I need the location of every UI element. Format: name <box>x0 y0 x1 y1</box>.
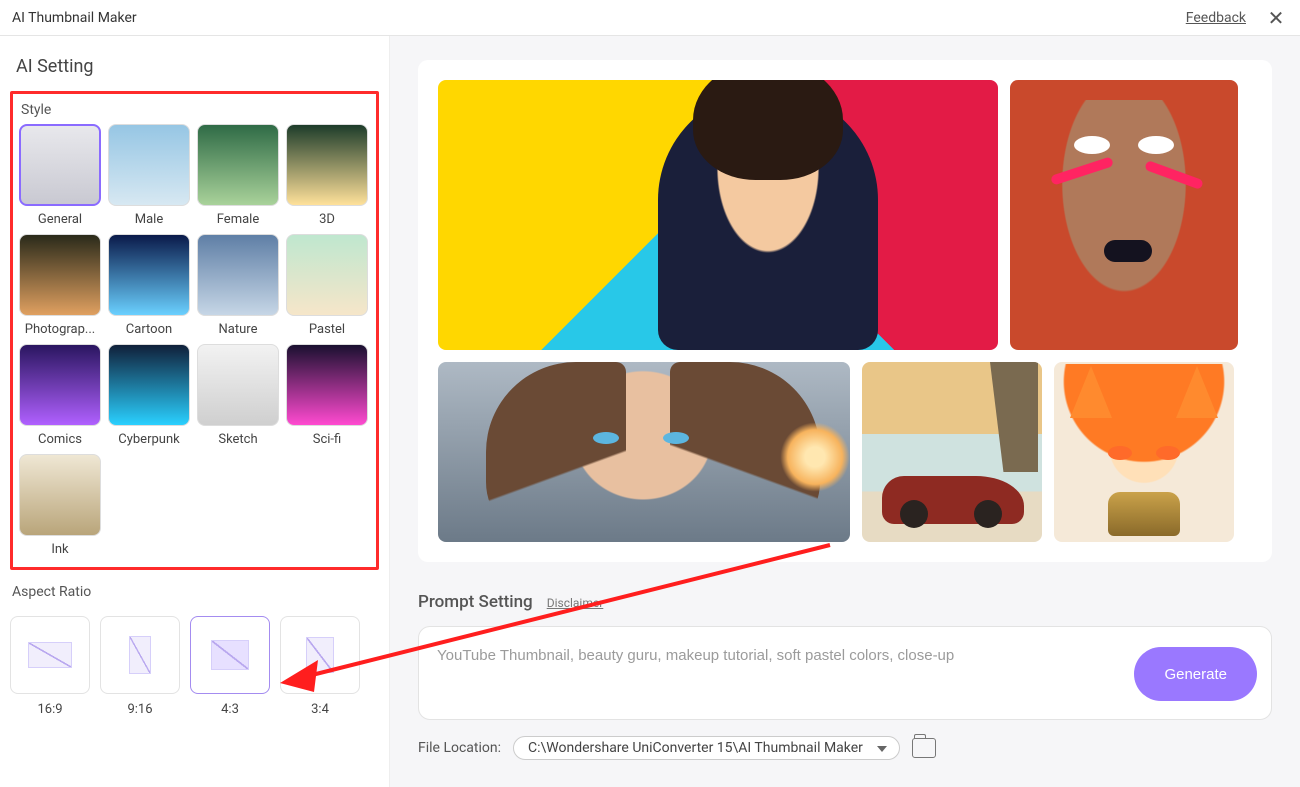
style-option-ink[interactable]: Ink <box>19 454 101 557</box>
title-bar: AI Thumbnail Maker Feedback ✕ <box>0 0 1300 36</box>
style-option-comics[interactable]: Comics <box>19 344 101 447</box>
style-thumb <box>19 344 101 426</box>
style-thumb <box>19 454 101 536</box>
ai-setting-heading: AI Setting <box>10 50 379 91</box>
style-label: Sketch <box>197 432 279 447</box>
aspect-inner <box>211 640 249 670</box>
aspect-label: 9:16 <box>127 702 152 717</box>
aspect-ratio-label: Aspect Ratio <box>10 582 379 606</box>
style-label: Female <box>197 212 279 227</box>
style-thumb <box>286 234 368 316</box>
style-option-female[interactable]: Female <box>197 124 279 227</box>
content-area: Prompt Setting Disclaimer Generate File … <box>390 36 1300 787</box>
aspect-label: 16:9 <box>37 702 62 717</box>
style-label: Pastel <box>286 322 368 337</box>
style-option-cyberpunk[interactable]: Cyberpunk <box>108 344 190 447</box>
aspect-label: 4:3 <box>221 702 239 717</box>
aspect-option-3-4[interactable]: 3:4 <box>280 616 360 717</box>
sample-thumbnail[interactable] <box>438 80 998 350</box>
aspect-label: 3:4 <box>311 702 329 717</box>
style-option-general[interactable]: General <box>19 124 101 227</box>
style-thumb <box>108 124 190 206</box>
style-thumb <box>197 124 279 206</box>
style-option-photograp-[interactable]: Photograp... <box>19 234 101 337</box>
style-thumb <box>108 234 190 316</box>
generate-button[interactable]: Generate <box>1134 647 1257 701</box>
aspect-inner <box>306 637 334 673</box>
prompt-title: Prompt Setting <box>418 592 533 612</box>
style-label: Photograp... <box>19 322 101 337</box>
file-location-row: File Location: C:\Wondershare UniConvert… <box>418 720 1272 766</box>
style-label: Nature <box>197 322 279 337</box>
style-label: Comics <box>19 432 101 447</box>
style-thumb <box>286 124 368 206</box>
feedback-link[interactable]: Feedback <box>1186 10 1246 26</box>
style-option-sci-fi[interactable]: Sci-fi <box>286 344 368 447</box>
aspect-box <box>10 616 90 694</box>
aspect-box <box>100 616 180 694</box>
style-section: Style General Male Female 3D Photograp... Car… <box>10 91 379 570</box>
folder-icon[interactable] <box>912 738 936 758</box>
sample-thumbnail[interactable] <box>862 362 1042 542</box>
style-label: General <box>19 212 101 227</box>
prompt-box: Generate <box>418 626 1272 720</box>
aspect-inner <box>28 642 72 668</box>
disclaimer-link[interactable]: Disclaimer <box>547 596 604 610</box>
sample-thumbnail[interactable] <box>438 362 850 542</box>
sample-thumbnail[interactable] <box>1054 362 1234 542</box>
window-title: AI Thumbnail Maker <box>12 10 137 26</box>
style-option-nature[interactable]: Nature <box>197 234 279 337</box>
file-location-path: C:\Wondershare UniConverter 15\AI Thumbn… <box>528 740 863 756</box>
style-thumb <box>286 344 368 426</box>
style-label: Ink <box>19 542 101 557</box>
style-label: Sci-fi <box>286 432 368 447</box>
sample-thumbnail[interactable] <box>1010 80 1238 350</box>
aspect-section: Aspect Ratio 16:9 9:16 4:3 3:4 <box>10 570 379 717</box>
prompt-section: Prompt Setting Disclaimer Generate <box>418 562 1272 720</box>
aspect-inner <box>129 636 151 674</box>
sidebar: AI Setting Style General Male Female 3D Phot… <box>0 36 390 787</box>
style-thumb <box>197 344 279 426</box>
style-thumb <box>108 344 190 426</box>
style-option-pastel[interactable]: Pastel <box>286 234 368 337</box>
style-option-3d[interactable]: 3D <box>286 124 368 227</box>
style-label: Style <box>19 100 370 124</box>
aspect-option-9-16[interactable]: 9:16 <box>100 616 180 717</box>
style-thumb <box>19 234 101 316</box>
style-label: 3D <box>286 212 368 227</box>
aspect-box <box>190 616 270 694</box>
style-label: Cyberpunk <box>108 432 190 447</box>
style-option-sketch[interactable]: Sketch <box>197 344 279 447</box>
file-location-label: File Location: <box>418 740 501 756</box>
aspect-box <box>280 616 360 694</box>
aspect-option-16-9[interactable]: 16:9 <box>10 616 90 717</box>
sample-gallery <box>418 60 1272 562</box>
style-label: Male <box>108 212 190 227</box>
style-thumb <box>197 234 279 316</box>
file-location-select[interactable]: C:\Wondershare UniConverter 15\AI Thumbn… <box>513 736 900 760</box>
prompt-input[interactable] <box>437 641 1253 664</box>
style-label: Cartoon <box>108 322 190 337</box>
style-option-male[interactable]: Male <box>108 124 190 227</box>
style-option-cartoon[interactable]: Cartoon <box>108 234 190 337</box>
close-icon[interactable]: ✕ <box>1264 6 1288 30</box>
aspect-option-4-3[interactable]: 4:3 <box>190 616 270 717</box>
style-thumb <box>19 124 101 206</box>
